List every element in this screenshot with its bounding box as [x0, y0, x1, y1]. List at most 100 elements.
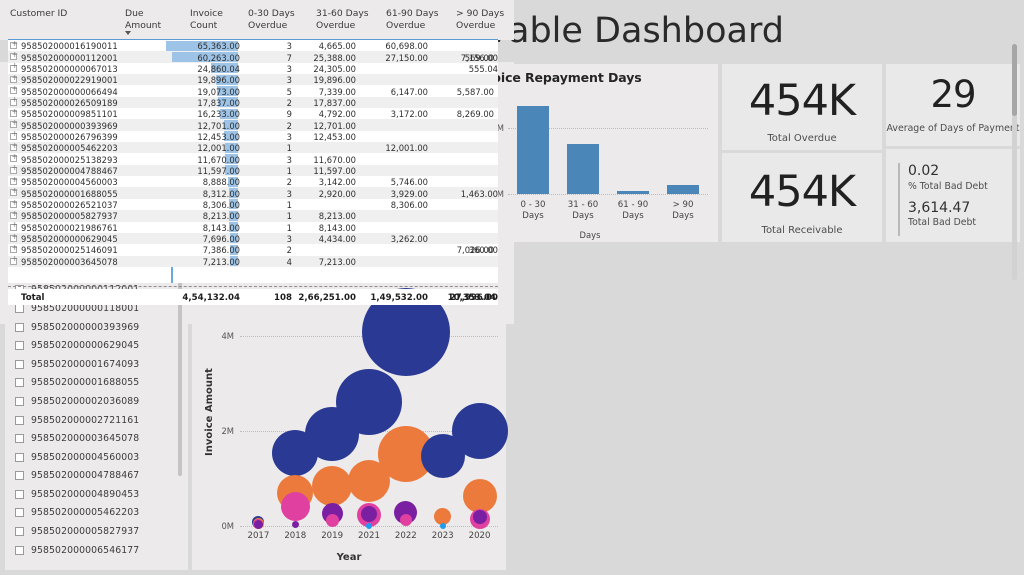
repayment-days-bar[interactable] — [667, 184, 699, 194]
table-row[interactable]: 958502000026796399 12,453.00 3 12,453.00 — [8, 130, 498, 143]
slicer-item[interactable]: 958502000000393969 — [15, 318, 188, 337]
bubble-plot-area[interactable]: Invoice Amount 0M 2M 4M 2017 2018 2019 2021 2022… — [192, 288, 508, 570]
bubble-point[interactable] — [472, 510, 487, 525]
table-row[interactable]: 958502000004788467 11,597.00 1 11,597.00 — [8, 164, 498, 177]
column-header[interactable]: Invoice Count — [190, 8, 242, 31]
bubble-point[interactable] — [361, 506, 377, 523]
table-row[interactable]: 958502000000629045 7,696.00 3 4,434.00 3,262… — [8, 233, 498, 245]
expand-plus-icon[interactable] — [10, 255, 18, 265]
slicer-item[interactable]: 958502000004560003 — [15, 448, 188, 467]
bubble-point[interactable] — [420, 433, 465, 478]
expand-plus-icon[interactable] — [10, 51, 18, 61]
table-row[interactable]: 958502000004560003 8,888.00 2 3,142.00 5,746… — [8, 176, 498, 188]
checkbox-icon[interactable] — [15, 527, 24, 537]
checkbox-icon[interactable] — [15, 322, 24, 332]
table-row[interactable]: 958502000025138293 11,670.00 3 11,670.00 — [8, 153, 498, 165]
table-row[interactable]: 958502000000112001 60,263.00 7 25,388.00 27,… — [8, 51, 498, 63]
repayment-days-plot-area[interactable]: Sum of Final Amount0.0M0.2M0 - 30 Days31… — [462, 90, 718, 242]
slicer-item[interactable]: 958502000001674093 — [15, 355, 188, 374]
bubble-point[interactable] — [280, 491, 310, 521]
expand-plus-icon[interactable] — [10, 74, 18, 84]
table-row[interactable]: 9585020000251460917,386.002360.007,026.0… — [8, 244, 498, 256]
bubble-point[interactable] — [312, 466, 353, 507]
invoice-repayment-days-chart[interactable]: Invoice Repayment Days Sum of Final Amou… — [462, 64, 718, 242]
slicer-item[interactable]: 958502000006546177 — [15, 541, 188, 560]
kpi-bad-debt-card[interactable]: 0.02 % Total Bad Debt 3,614.47 Total Bad… — [886, 149, 1020, 242]
table-row[interactable]: 958502000005827937 8,213.00 1 8,213.00 — [8, 210, 498, 222]
receivables-table[interactable]: Customer ID Due Amount Invoice Count 0-30 Day… — [0, 0, 1017, 324]
bubble-point[interactable] — [291, 521, 299, 529]
checkbox-icon[interactable] — [15, 303, 24, 313]
bubble-point[interactable] — [272, 430, 319, 477]
table-row[interactable]: 958502000016190011 65,363.00 3 4,665.00 60,6… — [8, 40, 498, 52]
expand-plus-icon[interactable] — [10, 233, 18, 242]
slicer-item[interactable]: 958502000002721161 — [15, 411, 188, 430]
table-row[interactable]: 958502000001688055 8,312.00 3 2,920.00 3,929… — [8, 187, 498, 199]
checkbox-icon[interactable] — [15, 396, 24, 406]
expand-plus-icon[interactable] — [10, 108, 18, 118]
slicer-item[interactable]: 958502000006561329 — [15, 559, 188, 561]
bubble-point[interactable] — [348, 460, 390, 503]
repayment-days-bar[interactable] — [567, 144, 599, 194]
bubble-point[interactable] — [462, 478, 497, 513]
repayment-days-bar[interactable] — [617, 190, 649, 194]
table-body[interactable]: 958502000016190011 65,363.00 3 4,665.00 60,6… — [8, 40, 498, 283]
table-scrollbar-thumb[interactable] — [1012, 44, 1017, 116]
kpi-total-receivable[interactable]: 454K Total Receivable — [722, 153, 882, 242]
column-header[interactable]: > 90 Days Overdue — [456, 8, 516, 31]
slicer-item[interactable]: 958502000003645078 — [15, 429, 188, 448]
checkbox-icon[interactable] — [15, 452, 24, 462]
slicer-item[interactable]: 958502000001688055 — [15, 374, 188, 393]
expand-plus-icon[interactable] — [10, 119, 18, 129]
checkbox-icon[interactable] — [15, 545, 24, 555]
checkbox-icon[interactable] — [15, 341, 24, 351]
expand-plus-icon[interactable] — [10, 130, 18, 140]
checkbox-icon[interactable] — [15, 415, 24, 425]
column-header[interactable]: 0-30 Days Overdue — [248, 8, 310, 31]
expand-plus-icon[interactable] — [10, 142, 18, 152]
table-row[interactable]: 958502000026509189 17,837.00 2 17,837.00 — [8, 96, 498, 109]
table-row[interactable]: 958502000003645078 7,213.00 4 7,213.00 — [8, 255, 498, 267]
expand-plus-icon[interactable] — [10, 40, 18, 49]
bubble-point[interactable] — [399, 514, 412, 527]
slicer-item[interactable]: 958502000004788467 — [15, 467, 188, 486]
expand-plus-icon[interactable] — [10, 187, 18, 197]
checkbox-icon[interactable] — [15, 378, 24, 388]
column-header[interactable]: 61-90 Days Overdue — [386, 8, 452, 31]
table-row[interactable]: 958502000009851101 16,233.00 9 4,792.00 3,17… — [8, 108, 498, 120]
table-row[interactable]: 958502000000066494 19,073.00 5 7,339.00 6,14… — [8, 85, 498, 97]
column-header[interactable]: 31-60 Days Overdue — [316, 8, 382, 31]
expand-plus-icon[interactable] — [10, 210, 18, 220]
table-row[interactable]: 958502000026521037 8,306.00 1 8,306.00 — [8, 199, 498, 211]
table-scrollbar[interactable] — [1012, 44, 1017, 280]
table-header-row[interactable]: Customer ID Due Amount Invoice Count 0-30 Day… — [0, 0, 514, 40]
slicer-item[interactable]: 958502000004890453 — [15, 485, 188, 504]
slicer-item[interactable]: 958502000002036089 — [15, 392, 188, 411]
repayment-days-bar[interactable] — [517, 105, 549, 194]
column-header[interactable]: Due Amount — [125, 8, 185, 31]
slicer-item[interactable]: 958502000005462203 — [15, 504, 188, 523]
kpi-total-overdue[interactable]: 454K Total Overdue — [722, 64, 882, 150]
table-row[interactable]: 958502000000393969 12,701.00 2 12,701.00 — [8, 119, 498, 131]
bubble-point[interactable] — [439, 522, 446, 529]
slicer-item[interactable]: 958502000005827937 — [15, 522, 188, 541]
checkbox-icon[interactable] — [15, 434, 24, 444]
table-row[interactable]: 958502000005462203 12,001.00 1 12,001.00 — [8, 142, 498, 154]
expand-plus-icon[interactable] — [10, 164, 18, 174]
expand-plus-icon[interactable] — [10, 244, 18, 254]
expand-plus-icon[interactable] — [10, 176, 18, 186]
bubble-point[interactable] — [253, 519, 263, 529]
checkbox-icon[interactable] — [15, 359, 24, 369]
expand-plus-icon[interactable] — [10, 62, 18, 72]
table-row[interactable]: 958502000000067013 24,860.04 3 24,305.00 555… — [8, 62, 498, 75]
table-row[interactable]: 958502000022919001 19,896.00 3 19,896.00 — [8, 74, 498, 86]
expand-plus-icon[interactable] — [10, 153, 18, 163]
checkbox-icon[interactable] — [15, 471, 24, 481]
slicer-item[interactable]: 958502000000629045 — [15, 336, 188, 355]
bubble-point[interactable] — [325, 514, 339, 528]
checkbox-icon[interactable] — [15, 489, 24, 499]
kpi-average-days-of-payment[interactable]: 29 Average of Days of Payment — [886, 64, 1020, 146]
checkbox-icon[interactable] — [15, 508, 24, 518]
expand-plus-icon[interactable] — [10, 96, 18, 106]
table-row[interactable]: 958502000021986761 8,143.00 1 8,143.00 — [8, 221, 498, 233]
